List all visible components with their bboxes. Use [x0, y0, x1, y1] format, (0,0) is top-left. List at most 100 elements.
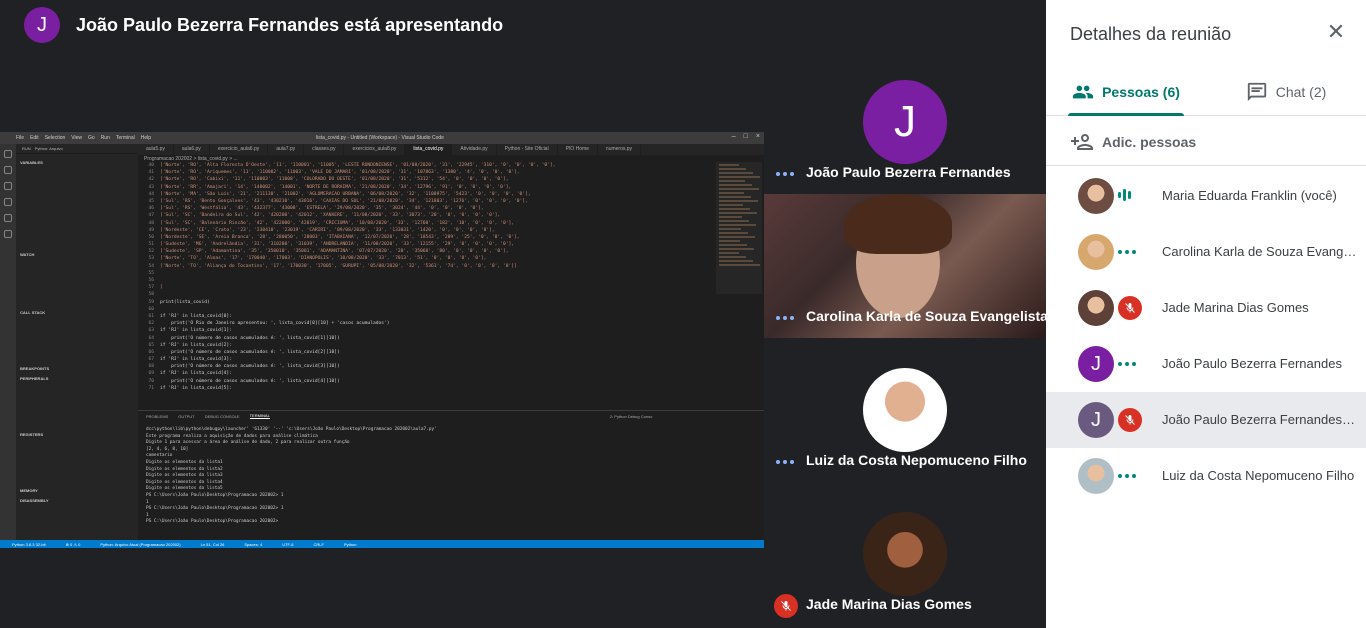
- person-avatar: [1078, 458, 1114, 494]
- participant-tiles: J João Paulo Bezerra Fernandes Carolina …: [764, 50, 1048, 628]
- code-text: ['Sul', 'RS', 'Bento Gonçalves', '43', '…: [160, 198, 528, 204]
- code-text: print('O Rio de Janeiro apresentou: ', l…: [160, 321, 390, 327]
- participant-tile[interactable]: Jade Marina Dias Gomes: [764, 482, 1046, 626]
- remote-icon: [4, 214, 12, 222]
- line-number: 68: [148, 364, 154, 370]
- line-number: 61: [148, 313, 154, 319]
- vscode-tab: Python - Site Oficial: [497, 144, 558, 155]
- line-number: 45: [148, 198, 154, 204]
- vscode-menu-item: Go: [88, 135, 95, 141]
- vscode-tab: lista_covid.py: [405, 144, 453, 155]
- minimap-line: [719, 232, 748, 234]
- details-tabs: Pessoas (6) Chat (2): [1046, 68, 1366, 116]
- line-number: 56: [148, 278, 154, 283]
- code-text: if 'RJ' in lista_covid[1]:: [160, 328, 232, 334]
- chat-icon: [1247, 82, 1266, 101]
- mic-off-icon[interactable]: [1118, 296, 1142, 320]
- statusbar-item: CRLF: [313, 541, 324, 547]
- shared-screen[interactable]: File Edit Selection View Go Run Terminal Help l…: [0, 132, 764, 548]
- mic-off-icon[interactable]: [1118, 408, 1142, 432]
- person-row[interactable]: Jade Marina Dias Gomes: [1046, 280, 1366, 336]
- participant-name: Luiz da Costa Nepomuceno Filho: [806, 452, 1027, 468]
- details-title: Detalhes da reunião: [1070, 23, 1232, 44]
- minimap-line: [719, 248, 754, 250]
- participant-tile[interactable]: J João Paulo Bezerra Fernandes: [764, 50, 1046, 194]
- vscode-tab: PIO Home: [558, 144, 598, 155]
- vscode-tab: numeros.py: [598, 144, 642, 155]
- minimap-line: [719, 216, 742, 218]
- tab-chat-label: Chat (2): [1275, 83, 1327, 100]
- person-status: [1118, 466, 1136, 478]
- minimap-line: [719, 196, 751, 198]
- tab-people[interactable]: Pessoas (6): [1046, 68, 1206, 116]
- terminal-line: Digite os elementos da lista4: [146, 479, 223, 485]
- participant-video-tile[interactable]: Carolina Karla de Souza Evangelista: [764, 194, 1048, 338]
- sidebar-config: Python: Arquivo: [34, 146, 63, 151]
- code-text: ['Nordeste', 'CE', 'Crato', '23', '23041…: [160, 227, 495, 233]
- tab-chat[interactable]: Chat (2): [1206, 68, 1366, 115]
- audio-activity-icon: [776, 172, 794, 176]
- participant-avatar: [863, 512, 947, 596]
- participant-hair: [844, 194, 952, 254]
- vscode-menu-item: Selection: [44, 135, 66, 141]
- sidebar-section: BREAKPOINTS: [20, 366, 50, 371]
- minimap-line: [719, 200, 758, 202]
- code-text: if 'RJ' in lista_covid[2]:: [160, 342, 232, 348]
- person-name: João Paulo Bezerra Fernandes: [1162, 356, 1342, 371]
- code-text: ['Norte', 'RO', 'Alta Floresta D'Oeste',…: [160, 163, 556, 168]
- code-text: print(lista_covid): [160, 299, 210, 305]
- person-name: Carolina Karla de Souza Evangelista: [1162, 244, 1358, 259]
- presenter-bar: J João Paulo Bezerra Fernandes está apre…: [0, 0, 1046, 50]
- vscode-menu-item: Run: [100, 135, 110, 141]
- participant-tile[interactable]: Luiz da Costa Nepomuceno Filho: [764, 338, 1046, 482]
- code-text: if 'RJ' in lista_covid[5]:: [160, 385, 232, 391]
- vscode-menu-item: File: [16, 135, 25, 141]
- person-status: [1118, 296, 1142, 320]
- person-row[interactable]: Luiz da Costa Nepomuceno Filho: [1046, 448, 1366, 504]
- line-number: 64: [148, 335, 154, 341]
- person-avatar: [1078, 234, 1114, 270]
- person-avatar: [1078, 290, 1114, 326]
- add-people-label: Adic. pessoas: [1102, 133, 1197, 150]
- statusbar-item: Python: [343, 541, 357, 547]
- person-avatar: [1078, 178, 1114, 214]
- minimap-line: [719, 172, 753, 174]
- minimap-line: [719, 240, 740, 242]
- presenter-avatar: J: [24, 7, 60, 43]
- line-number: 60: [148, 306, 154, 312]
- minimap-line: [719, 208, 750, 210]
- line-number: 70: [148, 378, 154, 384]
- person-row[interactable]: Carolina Karla de Souza Evangelista: [1046, 224, 1366, 280]
- person-avatar: J: [1078, 346, 1114, 382]
- add-person-icon: [1071, 133, 1093, 150]
- close-icon[interactable]: ✕: [1324, 19, 1348, 44]
- code-line: 45 ['Sul', 'RS', 'Bento Gonçalves', '43',…: [138, 198, 718, 205]
- add-people-button[interactable]: Adic. pessoas: [1046, 118, 1366, 166]
- statusbar-item: Python 3.8.3 32-bit: [12, 541, 46, 547]
- person-row[interactable]: J João Paulo Bezerra Fernandes (Apresenta…: [1046, 392, 1366, 448]
- person-row[interactable]: Maria Eduarda Franklin (você): [1046, 168, 1366, 224]
- person-status: [1118, 242, 1136, 254]
- vscode-statusbar: Python 3.8.3 32-bit ⊗ 0 ⚠ 0 Python: Arquiv…: [0, 540, 764, 548]
- presenter-label: João Paulo Bezerra Fernandes está aprese…: [76, 14, 504, 35]
- line-number: 57: [148, 285, 154, 291]
- sidebar-section: CALL STACK: [20, 310, 46, 315]
- code-line: 56: [138, 277, 718, 284]
- minimap-line: [719, 188, 759, 190]
- source-control-icon: [4, 182, 12, 190]
- code-line: 61 if 'RJ' in lista_covid[0]:: [138, 313, 718, 320]
- person-row[interactable]: J João Paulo Bezerra Fernandes: [1046, 336, 1366, 392]
- terminal-line: [2, 4, 6, 8, 10]: [146, 446, 189, 452]
- code-line: 53 ['Norte', 'TO', 'Almas', '17', '170040…: [138, 255, 718, 262]
- code-line: 40 ['Norte', 'RO', 'Alta Floresta D'Oeste…: [138, 162, 718, 169]
- person-name: Luiz da Costa Nepomuceno Filho: [1162, 468, 1355, 483]
- vscode-panel-tabs: PROBLEMS OUTPUT DEBUG CONSOLE TERMINAL 2: Py…: [138, 411, 764, 421]
- run-icon: [4, 198, 12, 206]
- code-line: 43 ['Norte', 'RR', 'Amajari', '14', '1400…: [138, 184, 718, 191]
- line-number: 52: [148, 249, 154, 255]
- person-name: João Paulo Bezerra Fernandes (Apresentaç…: [1162, 412, 1358, 427]
- code-line: 54 ['Norte', 'TO', 'Aliança do Tocantins'…: [138, 263, 718, 270]
- person-name: Maria Eduarda Franklin (você): [1162, 188, 1337, 203]
- person-name: Jade Marina Dias Gomes: [1162, 300, 1309, 315]
- participant-avatar: [863, 368, 947, 452]
